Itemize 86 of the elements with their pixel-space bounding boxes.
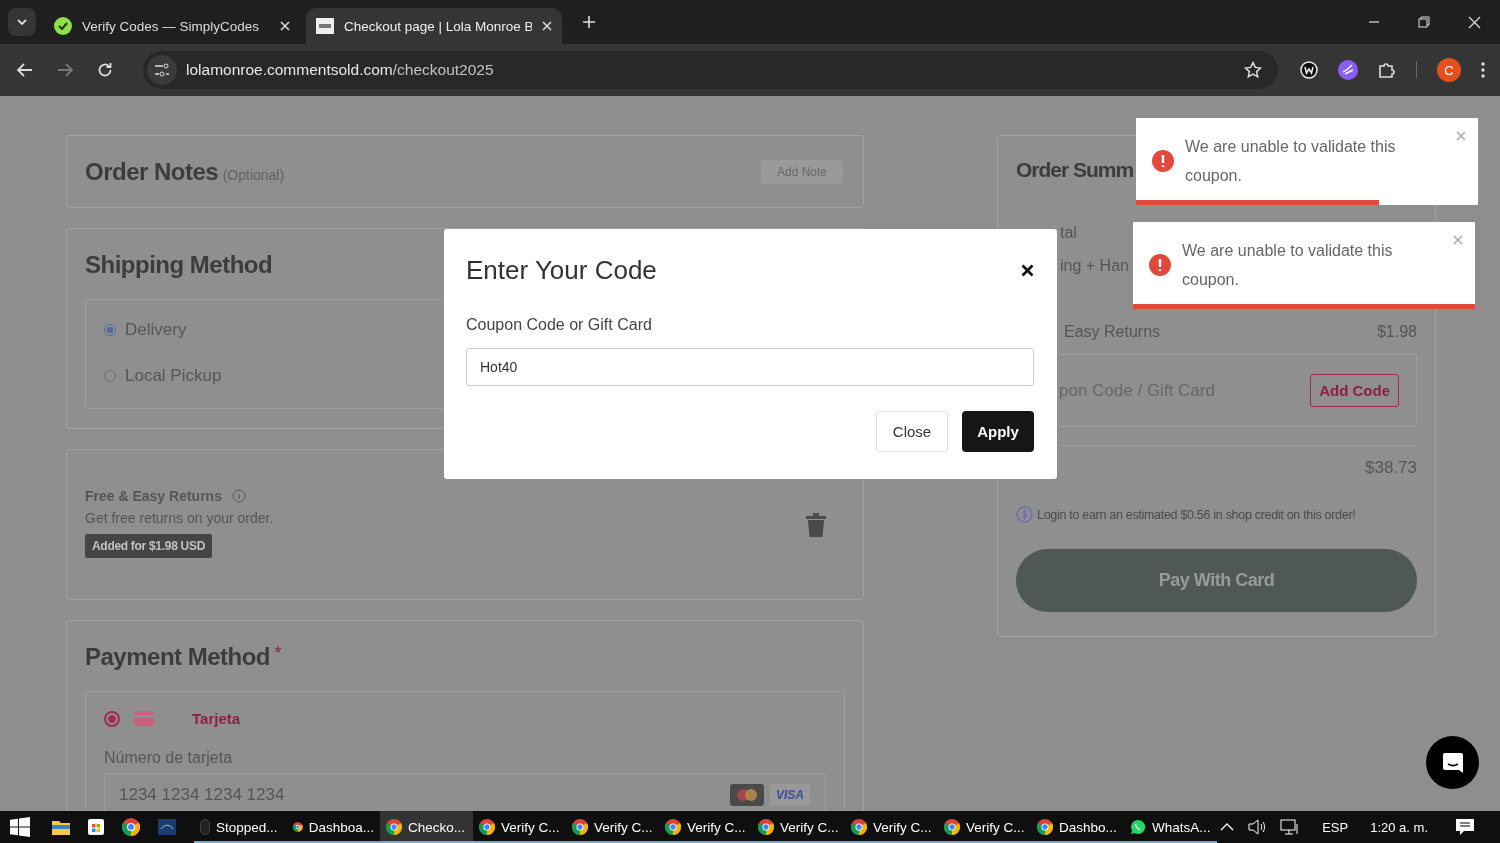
folder-icon[interactable] [52,819,70,835]
network-icon[interactable] [1280,819,1301,835]
taskbar-button[interactable]: WhatsA... [1124,811,1217,843]
returns-title: Free & Easy Returns [85,488,222,504]
taskbar-button[interactable]: Verify C... [938,811,1031,843]
site-settings-icon[interactable] [147,55,177,85]
browser-tab[interactable]: Verify Codes — SimplyCodes [44,8,300,44]
chat-button[interactable] [1426,736,1479,789]
chevron-up-icon[interactable] [1220,823,1235,831]
taskbar-button[interactable]: Stopped... [194,811,287,843]
close-icon[interactable] [1021,264,1034,277]
section-title: Order Summ [1016,158,1134,182]
section-title: Order Notes [85,157,219,185]
added-badge: Added for $1.98 USD [85,534,212,558]
chat-bubble-icon [1130,819,1146,835]
store-icon[interactable] [88,819,104,835]
taskbar-button[interactable]: Dashbo... [1031,811,1124,843]
summary-value: $1.98 [1376,322,1417,341]
chrome-icon [944,819,960,835]
taskbar-button[interactable]: Checko... [380,811,473,843]
mastercard-icon [730,784,764,806]
trash-icon[interactable] [805,512,827,538]
extension-icon[interactable] [1338,60,1358,80]
chrome-icon [851,819,867,835]
section-title: Payment Method [85,643,271,670]
summary-label: Easy Returns [1064,322,1161,341]
close-button[interactable]: Close [876,411,948,452]
field-label: Número de tarjeta [104,749,234,767]
chrome-icon [1037,819,1053,835]
taskbar-button[interactable]: Verify C... [845,811,938,843]
url-text: lolamonroe.commentsold.com/checkout2025 [186,61,495,79]
bookmark-star-icon[interactable] [1244,61,1262,79]
taskbar-button[interactable]: Verify C... [566,811,659,843]
chrome-icon[interactable] [122,818,140,836]
error-icon [1149,254,1171,276]
total-value: $38.73 [1365,458,1417,478]
puzzle-icon[interactable] [1378,61,1396,79]
apply-button[interactable]: Apply [962,411,1034,452]
speaker-icon[interactable] [1248,819,1267,835]
chrome-icon [758,819,774,835]
dollar-coin-icon [1016,506,1033,523]
toast-message: We are unable to validate this coupon. [1185,137,1397,186]
field-label: Coupon Code or Gift Card [466,316,653,334]
taskbar-button[interactable]: Dashboa... [287,811,380,843]
dialog-title: Enter Your Code [466,255,657,286]
tab-search-button[interactable] [8,8,36,36]
visa-logo: VISA [770,784,810,806]
chrome-icon [386,819,402,835]
mouse-icon [200,819,210,835]
radio-button[interactable] [104,324,116,336]
new-tab-icon[interactable] [582,15,596,29]
chevron-down-icon [16,18,28,26]
address-bar[interactable]: lolamonroe.commentsold.com/checkout2025 [143,51,1278,89]
credit-note: Login to earn an estimated $0.56 in shop credit on this order! [1037,507,1356,522]
more-menu-icon[interactable] [1481,62,1485,78]
taskbar-button[interactable]: Verify C... [473,811,566,843]
chrome-icon [572,819,588,835]
streaming-app-icon[interactable] [158,819,176,835]
chrome-icon [479,819,495,835]
favicon-icon [316,18,334,34]
toast-message: We are unable to validate this coupon. [1182,241,1394,290]
chrome-icon [665,819,681,835]
taskbar-button[interactable]: Verify C... [752,811,845,843]
radio-button[interactable] [104,710,120,727]
summary-label: ing + Han [1060,256,1129,275]
error-icon [1152,150,1174,172]
section-title: Shipping Method [85,251,273,278]
restore-icon[interactable] [1418,16,1430,28]
extension-icon[interactable] [1300,61,1318,79]
summary-label: tal [1060,223,1077,242]
returns-description: Get free returns on your order. [85,510,274,526]
notification-icon[interactable] [1456,819,1474,835]
required-mark: * [274,643,282,663]
reload-icon[interactable] [97,62,113,78]
forward-icon[interactable] [57,63,73,77]
taskbar-button[interactable]: Verify C... [659,811,752,843]
favicon-icon [54,17,72,35]
windows-start-icon[interactable] [10,817,30,837]
profile-avatar[interactable]: C [1437,58,1461,82]
chat-icon [1440,750,1465,775]
credit-card-icon [134,711,154,726]
back-icon[interactable] [17,63,33,77]
clock[interactable]: 1:20 a. m. [1370,819,1428,835]
coupon-code-field[interactable]: Hot40 [466,348,1034,386]
language-indicator[interactable]: ESP [1322,819,1349,835]
chrome-icon [293,819,303,835]
